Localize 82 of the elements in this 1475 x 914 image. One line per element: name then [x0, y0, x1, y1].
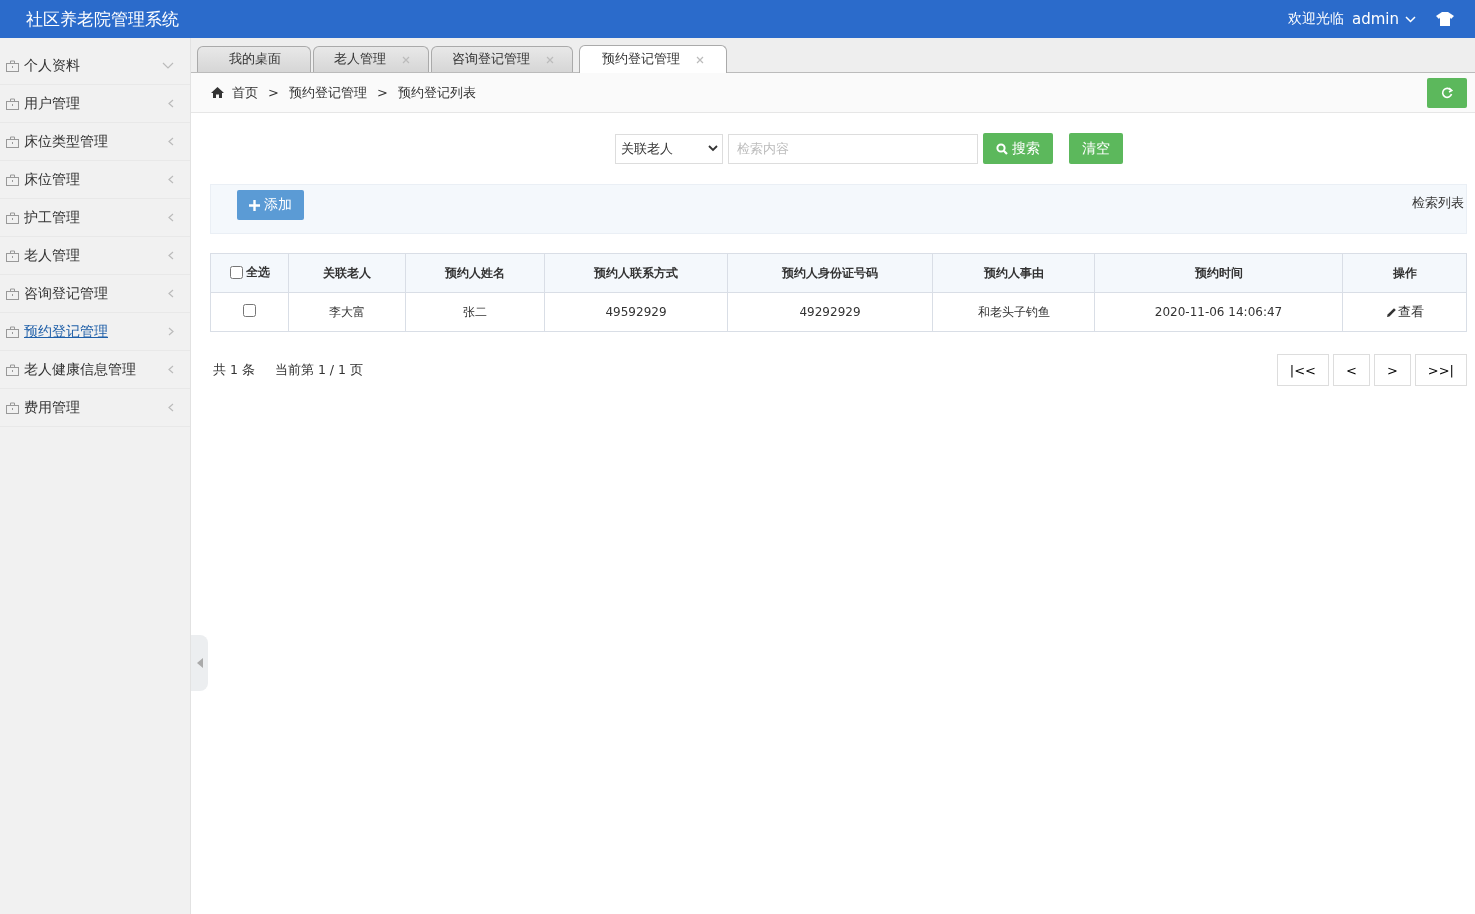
- breadcrumb-link[interactable]: 首页: [232, 83, 258, 102]
- chevron-left-icon: [168, 289, 174, 298]
- collapse-handle[interactable]: [191, 635, 208, 691]
- table-cell: 张二: [405, 292, 545, 332]
- chevron-left-icon: [168, 213, 174, 222]
- chevron-down-icon: [707, 145, 718, 152]
- close-icon[interactable]: [402, 55, 410, 64]
- column-header: 预约人联系方式: [544, 253, 728, 293]
- chevron-down-icon: [1405, 15, 1416, 23]
- chevron-left-icon: [168, 365, 174, 374]
- user-menu[interactable]: admin: [1352, 10, 1416, 28]
- refresh-button[interactable]: [1427, 77, 1467, 108]
- sidebar-item[interactable]: 床位管理: [0, 161, 190, 199]
- close-icon[interactable]: [696, 55, 704, 64]
- welcome-text: 欢迎光临: [1288, 10, 1344, 28]
- sidebar-item[interactable]: 护工管理: [0, 199, 190, 237]
- briefcase-icon: [6, 211, 19, 224]
- page-info: 当前第 1 / 1 页: [274, 361, 363, 379]
- briefcase-icon: [6, 135, 19, 148]
- column-header: 预约时间: [1094, 253, 1343, 293]
- chevron-down-icon: [162, 62, 174, 69]
- sidebar-item[interactable]: 老人健康信息管理: [0, 351, 190, 389]
- briefcase-icon: [6, 97, 19, 110]
- briefcase-icon: [6, 173, 19, 186]
- table-cell: 李大富: [288, 292, 406, 332]
- chevron-right-icon: [168, 327, 174, 336]
- briefcase-icon: [6, 249, 19, 262]
- shirt-icon[interactable]: [1436, 12, 1454, 26]
- close-icon[interactable]: [546, 55, 554, 64]
- total-count: 共 1 条: [213, 361, 255, 379]
- column-header: 预约人身份证号码: [727, 253, 933, 293]
- sidebar-item[interactable]: 咨询登记管理: [0, 275, 190, 313]
- plus-icon: [249, 199, 260, 211]
- tab[interactable]: 预约登记管理: [579, 45, 727, 73]
- pencil-icon: [1385, 306, 1397, 318]
- search-icon: [995, 142, 1008, 155]
- briefcase-icon: [6, 363, 19, 376]
- briefcase-icon: [6, 401, 19, 414]
- page-button[interactable]: <: [1333, 354, 1370, 386]
- table-cell: 和老头子钓鱼: [932, 292, 1095, 332]
- tab[interactable]: 我的桌面: [197, 46, 311, 72]
- sidebar-item[interactable]: 床位类型管理: [0, 123, 190, 161]
- page-button[interactable]: |<<: [1276, 354, 1329, 386]
- sidebar-item[interactable]: 费用管理: [0, 389, 190, 427]
- breadcrumb-link[interactable]: 预约登记管理: [288, 83, 367, 102]
- chevron-left-icon: [168, 403, 174, 412]
- briefcase-icon: [6, 59, 19, 72]
- chevron-left-icon: [168, 137, 174, 146]
- view-link[interactable]: 查看: [1385, 303, 1424, 321]
- briefcase-icon: [6, 325, 19, 338]
- column-header: 预约人事由: [932, 253, 1095, 293]
- breadcrumb-separator: >: [268, 85, 279, 100]
- chevron-left-icon: [168, 175, 174, 184]
- chevron-left-icon: [168, 99, 174, 108]
- table-cell: 49592929: [544, 292, 728, 332]
- refresh-icon: [1441, 86, 1453, 99]
- breadcrumb-link[interactable]: 预约登记列表: [397, 83, 476, 102]
- tab[interactable]: 老人管理: [313, 46, 429, 72]
- table-cell: 49292929: [727, 292, 933, 332]
- chevron-left-icon: [168, 251, 174, 260]
- select-all-label: 全选: [245, 264, 270, 281]
- app-title: 社区养老院管理系统: [26, 7, 180, 31]
- briefcase-icon: [6, 287, 19, 300]
- page-button[interactable]: >>|: [1414, 354, 1467, 386]
- sidebar-item[interactable]: 老人管理: [0, 237, 190, 275]
- table-cell: 2020-11-06 14:06:47: [1094, 292, 1343, 332]
- field-select[interactable]: 关联老人: [614, 133, 723, 164]
- sidebar-item[interactable]: 用户管理: [0, 85, 190, 123]
- breadcrumb-separator: >: [376, 85, 388, 100]
- column-header: 预约人姓名: [405, 253, 545, 293]
- panel-title: 检索列表: [1412, 194, 1464, 212]
- sidebar-item[interactable]: 预约登记管理: [0, 313, 190, 351]
- select-all-checkbox[interactable]: [229, 266, 243, 279]
- page-button[interactable]: >: [1373, 354, 1411, 386]
- column-header: 关联老人: [288, 253, 406, 293]
- tab[interactable]: 咨询登记管理: [431, 46, 573, 72]
- sidebar-item[interactable]: 个人资料: [0, 47, 190, 85]
- row-checkbox[interactable]: [243, 304, 256, 317]
- home-icon: [211, 87, 224, 98]
- column-header: 操作: [1342, 253, 1467, 293]
- search-field[interactable]: 检索内容: [727, 133, 978, 164]
- triangle-left-icon: [196, 658, 203, 668]
